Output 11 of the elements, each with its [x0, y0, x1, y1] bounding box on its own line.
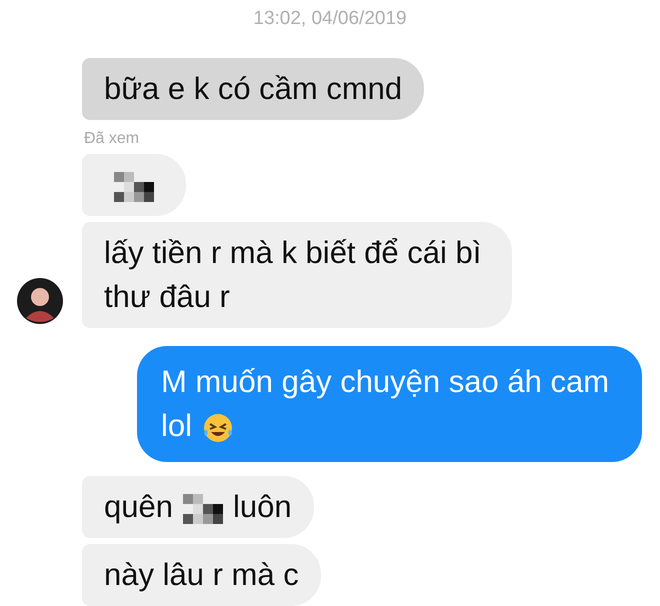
received-message-bubble[interactable]: bữa e k có cầm cmnd [82, 58, 424, 120]
avatar-icon[interactable] [17, 278, 63, 324]
laughing-face-icon [202, 412, 234, 444]
received-message-bubble[interactable] [82, 154, 186, 216]
pixelated-censor-drawing [182, 494, 223, 524]
received-message-bubble[interactable]: lấy tiền r mà k biết để cái bì thư đâu r [82, 222, 512, 328]
pixelated-censor-drawing [114, 172, 154, 202]
timestamp: 13:02, 04/06/2019 [253, 8, 407, 30]
seen-label: Đã xem [84, 130, 140, 148]
received-message-bubble[interactable]: này lâu r mà c [82, 544, 321, 606]
received-message-bubble[interactable]: quên luôn [82, 476, 314, 538]
